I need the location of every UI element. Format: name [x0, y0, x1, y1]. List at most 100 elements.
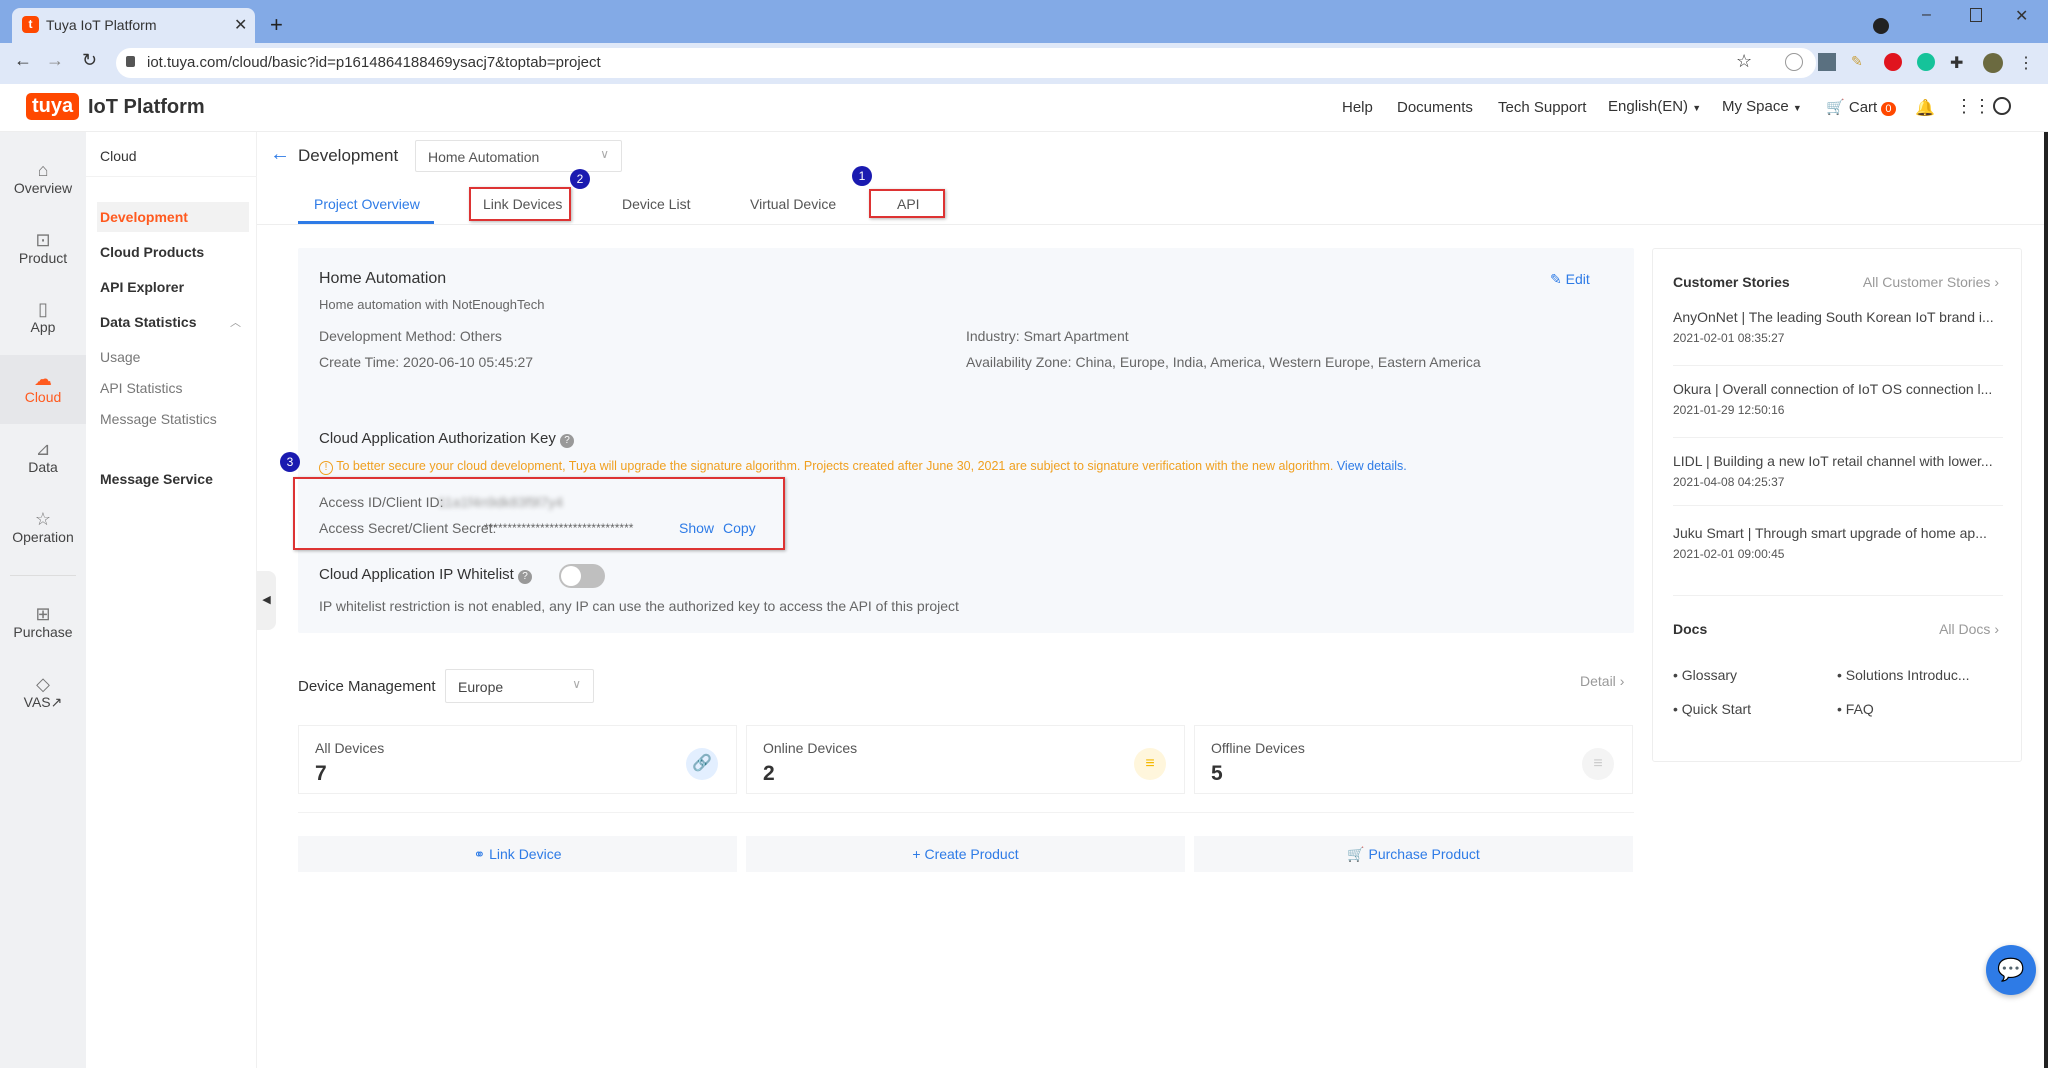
browser-tab[interactable]: t Tuya IoT Platform ✕: [12, 8, 255, 43]
grammarly-icon[interactable]: [1917, 53, 1935, 71]
secret-value: ********************************: [484, 521, 633, 535]
stat-all-devices[interactable]: All Devices7🔗: [298, 725, 737, 794]
sidebar-item-message-service[interactable]: Message Service: [100, 471, 213, 487]
back-arrow-icon[interactable]: ←: [270, 143, 290, 166]
rail-item-data[interactable]: ⊿Data: [0, 439, 86, 475]
sidebar-item-usage[interactable]: Usage: [100, 349, 140, 365]
show-secret-button[interactable]: Show: [679, 520, 714, 536]
doc-link-quick-start[interactable]: • Quick Start: [1673, 701, 1751, 717]
forward-icon[interactable]: →: [46, 50, 64, 71]
terminal-icon: ⊡: [0, 230, 86, 250]
sidebar-item-api-statistics[interactable]: API Statistics: [100, 380, 182, 396]
copy-secret-button[interactable]: Copy: [723, 520, 756, 536]
sidebar-item-data-statistics[interactable]: Data Statistics: [100, 314, 196, 330]
all-docs-link[interactable]: All Docs ›: [1939, 621, 1999, 637]
rail-item-purchase[interactable]: ⊞Purchase: [0, 604, 86, 640]
sidebar-item-development-label[interactable]: Development: [100, 209, 188, 225]
edit-button[interactable]: ✎ Edit: [1550, 271, 1590, 288]
tuya-logo[interactable]: tuya: [26, 93, 79, 120]
profile-menu-icon[interactable]: [1873, 18, 1889, 34]
extensions: ✎ ✚ ⋮: [1785, 53, 2026, 73]
region-select[interactable]: Europe ∨: [445, 669, 594, 703]
stat-online-devices[interactable]: Online Devices2≡: [746, 725, 1185, 794]
nav-help[interactable]: Help: [1342, 99, 1373, 116]
list-icon: ≡: [1134, 748, 1166, 780]
purchase-product-button[interactable]: 🛒 Purchase Product: [1194, 836, 1633, 872]
stat-offline-devices[interactable]: Offline Devices5≡: [1194, 725, 1633, 794]
project-select[interactable]: Home Automation ∨: [415, 140, 622, 172]
platform-title: IoT Platform: [88, 96, 205, 119]
nav-tech-support[interactable]: Tech Support: [1498, 99, 1586, 116]
help-icon[interactable]: ?: [518, 570, 532, 584]
story-item[interactable]: AnyOnNet | The leading South Korean IoT …: [1673, 309, 2003, 345]
extension-icon[interactable]: [1884, 53, 1902, 71]
link-device-button[interactable]: ⚭ Link Device: [298, 836, 737, 872]
docs-title: Docs: [1673, 621, 1707, 637]
story-title: AnyOnNet | The leading South Korean IoT …: [1673, 309, 2003, 325]
reload-icon[interactable]: ↻: [82, 50, 97, 71]
rail-item-overview[interactable]: ⌂Overview: [0, 160, 86, 196]
info-circle-icon: !: [319, 461, 333, 475]
sidebar-item-cloud-products[interactable]: Cloud Products: [100, 244, 204, 260]
menu-dots-icon[interactable]: ⋮: [2018, 53, 2026, 73]
story-item[interactable]: Okura | Overall connection of IoT OS con…: [1673, 381, 2003, 417]
doc-link-glossary[interactable]: • Glossary: [1673, 667, 1737, 683]
new-tab-icon[interactable]: +: [270, 12, 283, 38]
collapse-sidebar-handle[interactable]: ◀: [257, 571, 276, 630]
bookmark-star-icon[interactable]: ☆: [1736, 51, 1752, 72]
doc-label: Glossary: [1682, 667, 1737, 683]
minimize-icon[interactable]: –: [1922, 6, 1931, 24]
annotation-badge-1: 1: [852, 166, 872, 186]
home-icon: ⌂: [0, 160, 86, 180]
tab-virtual-device[interactable]: Virtual Device: [750, 196, 836, 212]
sidebar-item-message-statistics[interactable]: Message Statistics: [100, 411, 217, 427]
my-space-dropdown[interactable]: My Space ▼: [1722, 98, 1802, 115]
rail-item-app[interactable]: ▯App: [0, 299, 86, 335]
language-label: English(EN): [1608, 98, 1688, 115]
view-details-link[interactable]: View details.: [1337, 459, 1407, 473]
story-item[interactable]: Juku Smart | Through smart upgrade of ho…: [1673, 525, 2003, 561]
chevron-up-icon[interactable]: ︿: [230, 314, 241, 330]
tab-device-list[interactable]: Device List: [622, 196, 690, 212]
rail-item-vas[interactable]: ◇VAS↗: [0, 674, 86, 711]
apps-grid-icon[interactable]: ⋮⋮: [1955, 96, 1991, 117]
cart-button[interactable]: 🛒 Cart 0: [1826, 98, 1896, 116]
create-product-button[interactable]: + Create Product: [746, 836, 1185, 872]
story-date: 2021-04-08 04:25:37: [1673, 475, 2003, 489]
address-bar[interactable]: iot.tuya.com/cloud/basic?id=p16148641884…: [116, 48, 1816, 78]
rail-item-cloud[interactable]: ☁Cloud: [0, 355, 86, 424]
annotation-badge-3: 3: [280, 452, 300, 472]
sidebar-item-api-explorer[interactable]: API Explorer: [100, 279, 184, 295]
story-item[interactable]: LIDL | Building a new IoT retail channel…: [1673, 453, 2003, 489]
chart-icon: ⊿: [0, 439, 86, 459]
back-icon[interactable]: ←: [14, 50, 32, 71]
close-window-icon[interactable]: ✕: [2015, 6, 2028, 26]
project-select-value: Home Automation: [428, 149, 539, 165]
language-dropdown[interactable]: English(EN) ▼: [1608, 98, 1701, 115]
maximize-icon[interactable]: [1970, 8, 1982, 22]
doc-link-solutions[interactable]: • Solutions Introduc...: [1837, 667, 1970, 683]
extension-icon[interactable]: [1818, 53, 1836, 71]
all-customer-stories-link[interactable]: All Customer Stories ›: [1863, 274, 1999, 290]
user-account-icon[interactable]: [1993, 97, 2011, 115]
rail-item-operation[interactable]: ☆Operation: [0, 509, 86, 545]
stat-value: 5: [1211, 762, 1223, 786]
close-tab-icon[interactable]: ✕: [234, 15, 247, 35]
detail-link[interactable]: Detail ›: [1580, 673, 1624, 689]
ip-whitelist-title-text: Cloud Application IP Whitelist: [319, 566, 514, 583]
rail-item-product[interactable]: ⊡Product: [0, 230, 86, 266]
extension-icon[interactable]: [1785, 53, 1803, 71]
extension-icon[interactable]: ✎: [1851, 53, 1869, 71]
chat-support-button[interactable]: 💬: [1986, 945, 2036, 995]
doc-link-faq[interactable]: • FAQ: [1837, 701, 1874, 717]
puzzle-icon[interactable]: ✚: [1950, 53, 1968, 71]
avatar[interactable]: [1983, 53, 2003, 73]
notification-bell-icon[interactable]: 🔔: [1915, 98, 1935, 118]
nav-documents[interactable]: Documents: [1397, 99, 1473, 116]
browser-titlebar: [0, 0, 2048, 43]
help-icon[interactable]: ?: [560, 434, 574, 448]
tabs-divider: [257, 224, 2044, 225]
tab-project-overview[interactable]: Project Overview: [314, 196, 420, 212]
ip-whitelist-toggle[interactable]: [559, 564, 605, 588]
link-device-label: Link Device: [489, 846, 561, 862]
